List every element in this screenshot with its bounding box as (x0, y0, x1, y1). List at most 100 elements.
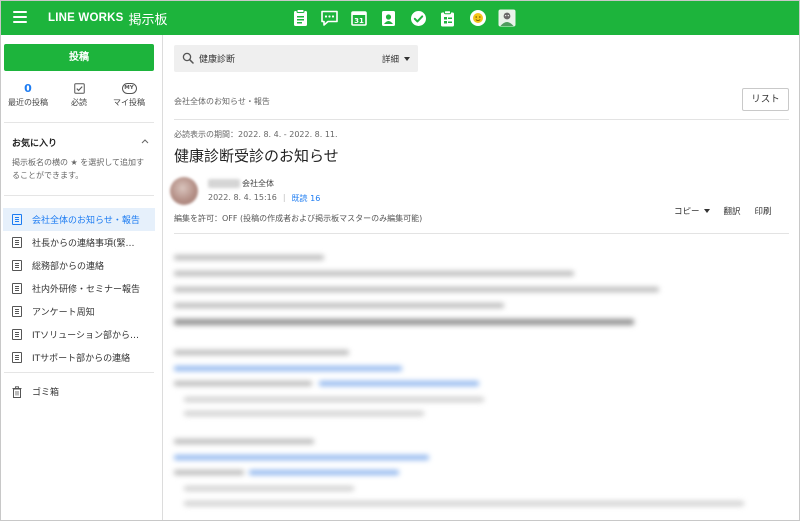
caret-down-icon (703, 209, 710, 213)
favorites-help-text: 掲示板名の横の ★ を選択して追加することができます。 (12, 158, 145, 180)
svg-text:31: 31 (354, 17, 364, 25)
breadcrumb[interactable]: 会社全体のお知らせ・報告 (174, 96, 270, 107)
post-button[interactable]: 投稿 (4, 44, 154, 71)
recent-posts-count: 0 (24, 81, 32, 95)
checkbox-icon (73, 82, 85, 94)
board-item-label: 社内外研修・セミナー報告 (32, 285, 141, 295)
board-icon[interactable] (291, 9, 309, 27)
post-title: 健康診断受診のお知らせ (174, 147, 339, 165)
avatar-icon[interactable] (498, 9, 516, 27)
divider (4, 372, 154, 373)
author-name-redacted[interactable] (208, 179, 240, 188)
board-item-label: 会社全体のお知らせ・報告 (32, 216, 140, 226)
must-read-shortcut[interactable]: 必読 (52, 81, 106, 108)
search-detail-button[interactable]: 詳細 (382, 53, 411, 65)
blurred-link (174, 366, 402, 371)
post-meta: 2022. 8. 4. 15:16 | 既読 16 (208, 193, 320, 204)
board-item-label: アンケート周知 (32, 308, 95, 318)
board-item-label: ITサポート部からの連絡 (32, 354, 131, 364)
address-book-icon[interactable] (380, 9, 398, 27)
search-detail-label: 詳細 (382, 55, 400, 65)
divider (4, 122, 154, 123)
recent-posts-shortcut[interactable]: 0 最近の投稿 (1, 81, 55, 108)
must-read-label: 必読 (71, 98, 87, 107)
copy-button[interactable]: コピー (674, 205, 710, 217)
board-item-general-affairs[interactable]: 総務部からの連絡 (3, 254, 155, 277)
board-item-it-support[interactable]: ITサポート部からの連絡 (3, 346, 155, 369)
board-item-label: 総務部からの連絡 (32, 262, 105, 272)
meta-separator: | (282, 193, 286, 202)
print-label: 印刷 (754, 207, 772, 217)
sidebar: 投稿 0 最近の投稿 必読 MY マイ投稿 お気に入り 掲示板名の横の ★ を選… (1, 35, 163, 520)
search-icon (182, 52, 194, 64)
copy-label: コピー (674, 207, 700, 217)
translate-button[interactable]: 翻訳 (724, 205, 741, 217)
divider (174, 233, 789, 234)
app-switcher: 31 (291, 8, 528, 28)
blurred-line (174, 271, 574, 276)
board-item-label: 社長からの連絡事項(緊… (32, 239, 135, 249)
author-avatar[interactable] (170, 177, 198, 205)
top-bar: LINE WORKS 掲示板 31 (1, 1, 799, 35)
blurred-line (174, 350, 349, 355)
blurred-line (184, 486, 354, 491)
board-list-icon (12, 283, 22, 294)
trash-item[interactable]: ゴミ箱 (12, 385, 59, 398)
board-item-company-news[interactable]: 会社全体のお知らせ・報告 (3, 208, 155, 231)
search-box: 詳細 (174, 45, 418, 72)
blurred-line (184, 397, 484, 402)
my-posts-shortcut[interactable]: MY マイ投稿 (102, 81, 156, 108)
task-check-icon[interactable] (409, 9, 427, 27)
main-content: 詳細 会社全体のお知らせ・報告 リスト 必読表示の期間：2022. 8. 4. … (163, 35, 799, 520)
chat-icon[interactable] (321, 9, 339, 27)
blurred-link (249, 470, 399, 475)
blurred-line (184, 501, 744, 506)
post-body-blurred (174, 249, 789, 519)
blurred-link (319, 381, 479, 386)
search-input[interactable] (199, 51, 359, 66)
chevron-up-icon[interactable] (140, 137, 150, 145)
blurred-line (174, 381, 312, 386)
blurred-link (174, 455, 429, 460)
board-list-icon (12, 260, 22, 271)
print-button[interactable]: 印刷 (755, 205, 772, 217)
board-list-icon (12, 329, 22, 340)
board-list-icon (12, 306, 22, 317)
author-org: 会社全体 (242, 179, 274, 188)
my-posts-label: マイ投稿 (113, 98, 145, 107)
blurred-line (174, 439, 314, 444)
caret-down-icon (404, 57, 411, 61)
divider (4, 195, 154, 196)
board-item-label: ITソリューション部から… (32, 331, 139, 341)
blurred-line (184, 411, 424, 416)
post-actions: コピー 翻訳 印刷 (674, 205, 772, 217)
post-datetime: 2022. 8. 4. 15:16 (208, 193, 277, 202)
blurred-line (174, 319, 634, 325)
trash-icon (12, 385, 22, 398)
board-item-training[interactable]: 社内外研修・セミナー報告 (3, 277, 155, 300)
board-item-it-solutions[interactable]: ITソリューション部から… (3, 323, 155, 346)
survey-icon[interactable] (439, 9, 457, 27)
edit-permission: 編集を許可：OFF (投稿の作成者および掲示板マスターのみ編集可能) (174, 214, 423, 223)
trash-label: ゴミ箱 (32, 388, 60, 398)
list-button[interactable]: リスト (742, 88, 789, 111)
board-item-survey[interactable]: アンケート周知 (3, 300, 155, 323)
emoji-icon[interactable] (469, 9, 487, 27)
calendar-icon[interactable]: 31 (350, 9, 368, 27)
board-list-icon (12, 352, 22, 363)
read-count-link[interactable]: 既読 16 (292, 193, 321, 204)
blurred-line (174, 287, 659, 292)
my-posts-icon: MY (121, 82, 137, 94)
blurred-line (174, 303, 504, 308)
blurred-line (174, 470, 244, 475)
menu-icon[interactable] (13, 11, 27, 23)
must-read-period: 必読表示の期間：2022. 8. 4. - 2022. 8. 11. (174, 130, 338, 139)
app-window: LINE WORKS 掲示板 31 投稿 0 最近の投稿 必読 MY マイ投稿 … (0, 0, 800, 521)
divider (174, 119, 789, 120)
recent-posts-label: 最近の投稿 (8, 98, 48, 107)
brand-logo: LINE WORKS (48, 12, 124, 24)
translate-label: 翻訳 (723, 207, 741, 217)
brand[interactable]: LINE WORKS 掲示板 (48, 10, 168, 28)
board-list-icon (12, 237, 22, 248)
board-item-president[interactable]: 社長からの連絡事項(緊… (3, 231, 155, 254)
